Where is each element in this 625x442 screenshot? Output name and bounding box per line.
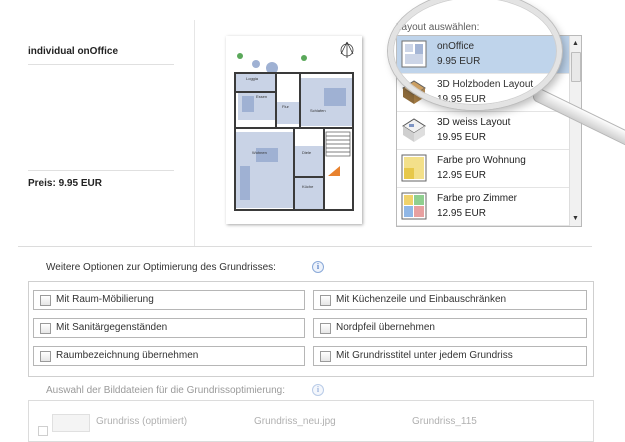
checkbox[interactable] — [320, 295, 331, 306]
layout-thumbnail-icon — [401, 154, 427, 182]
option-raumbezeichnung[interactable]: Raumbezeichnung übernehmen — [33, 346, 305, 366]
layout-item-farbe-pro-zimmer[interactable]: Farbe pro Zimmer 12.95 EUR — [397, 188, 569, 226]
scroll-down-arrow-icon[interactable]: ▼ — [572, 215, 579, 222]
floor-plan-drawing: Loggia Essen Flur Schlafen Wohnen Diele … — [226, 36, 362, 224]
checkbox[interactable] — [320, 323, 331, 334]
layout-item-3d-weiss[interactable]: 3D weiss Layout 19.95 EUR — [397, 112, 569, 150]
room-label-wohnen: Wohnen — [252, 150, 267, 155]
layout-thumbnail-icon — [401, 192, 427, 220]
layout-name: Farbe pro Zimmer — [437, 193, 518, 204]
file-row[interactable]: Grundriss (optimiert) Grundriss_neu.jpg … — [32, 412, 588, 436]
info-icon[interactable]: i — [312, 384, 324, 396]
room-label-diele: Diele — [302, 150, 312, 155]
layout-name: Farbe pro Wohnung — [437, 155, 526, 166]
option-label: Mit Sanitärgegenständen — [56, 322, 168, 333]
checkbox[interactable] — [320, 351, 331, 362]
option-grundrisstitel[interactable]: Mit Grundrisstitel unter jedem Grundriss — [313, 346, 587, 366]
layout-item-farbe-pro-wohnung[interactable]: Farbe pro Wohnung 12.95 EUR — [397, 150, 569, 188]
layout-list-scrollbar[interactable]: ▲ ▼ — [569, 36, 581, 226]
layout-name: 3D weiss Layout — [437, 117, 511, 128]
scrollbar-thumb[interactable] — [571, 52, 581, 82]
options-title: Weitere Optionen zur Optimierung des Gru… — [46, 262, 276, 273]
checkbox[interactable] — [38, 426, 48, 436]
divider — [28, 170, 174, 171]
product-name: individual onOffice — [28, 46, 119, 57]
option-label: Nordpfeil übernehmen — [336, 322, 435, 333]
scroll-up-arrow-icon[interactable]: ▲ — [572, 40, 579, 47]
options-box: Mit Raum-Möbilierung Mit Küchenzeile und… — [28, 281, 594, 377]
layout-price: 19.95 EUR — [437, 132, 486, 143]
option-label: Mit Küchenzeile und Einbauschränken — [336, 294, 507, 305]
info-icon[interactable]: i — [312, 261, 324, 273]
divider — [28, 64, 174, 65]
room-label-flur: Flur — [282, 104, 290, 109]
option-label: Mit Raum-Möbilierung — [56, 294, 154, 305]
file-title: Grundriss (optimiert) — [96, 416, 188, 427]
room-label-schlafen: Schlafen — [310, 108, 326, 113]
option-label: Mit Grundrisstitel unter jedem Grundriss — [336, 350, 513, 361]
images-title: Auswahl der Bilddateien für die Grundris… — [46, 385, 286, 396]
room-label-kueche: Küche — [302, 184, 314, 189]
checkbox[interactable] — [40, 323, 51, 334]
layout-thumbnail-icon — [402, 118, 426, 142]
option-kuechenzeile[interactable]: Mit Küchenzeile und Einbauschränken — [313, 290, 587, 310]
option-sanitaer[interactable]: Mit Sanitärgegenständen — [33, 318, 305, 338]
option-raum-moebilierung[interactable]: Mit Raum-Möbilierung — [33, 290, 305, 310]
floor-plan-preview: Loggia Essen Flur Schlafen Wohnen Diele … — [226, 36, 362, 224]
layout-price: 12.95 EUR — [437, 208, 486, 219]
option-nordpfeil[interactable]: Nordpfeil übernehmen — [313, 318, 587, 338]
checkbox[interactable] — [40, 295, 51, 306]
checkbox[interactable] — [40, 351, 51, 362]
option-label: Raumbezeichnung übernehmen — [56, 350, 199, 361]
product-price: Preis: 9.95 EUR — [28, 178, 102, 189]
file-id: Grundriss_115 — [412, 416, 477, 427]
room-label-loggia: Loggia — [246, 76, 259, 81]
layout-price: 12.95 EUR — [437, 170, 486, 181]
file-thumbnail-icon — [52, 414, 90, 432]
file-filename: Grundriss_neu.jpg — [254, 416, 336, 427]
room-label-essen: Essen — [256, 94, 267, 99]
